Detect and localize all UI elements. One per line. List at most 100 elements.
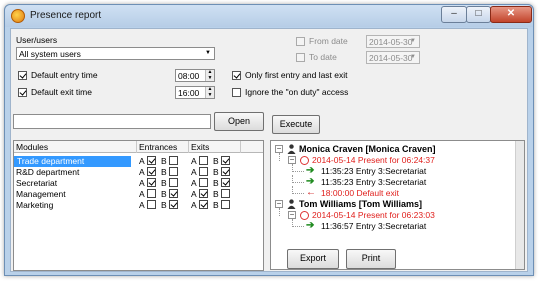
default-entry-time-value: 08:00	[178, 71, 200, 81]
entrance-a-checkbox[interactable]	[147, 178, 156, 187]
tree-connector	[292, 226, 304, 227]
window-title: Presence report	[30, 10, 102, 21]
minimize-icon: –	[451, 8, 457, 19]
chevron-down-icon: ▼	[410, 54, 416, 60]
entrance-b-checkbox[interactable]	[169, 178, 178, 187]
column-divider	[136, 141, 137, 153]
default-entry-checkbox[interactable]	[18, 71, 27, 80]
entrance-b-checkbox[interactable]	[169, 189, 178, 198]
modules-table-header: Modules Entrances Exits	[14, 141, 263, 153]
table-row[interactable]: Marketing A B A B	[14, 199, 263, 210]
default-exit-label: Default exit time	[31, 87, 92, 97]
maximize-button[interactable]: □	[466, 6, 491, 23]
column-divider	[188, 141, 189, 153]
table-row[interactable]: Secretariat A B A B	[14, 177, 263, 188]
collapse-toggle[interactable]: −	[275, 145, 283, 153]
entrance-b-letter: B	[161, 178, 167, 188]
open-button[interactable]: Open	[214, 112, 264, 131]
to-date-value: 2014-05-30	[369, 53, 413, 63]
from-date-picker[interactable]: 2014-05-30 ▼	[366, 35, 420, 48]
users-dropdown-value: All system users	[19, 49, 81, 59]
person-name[interactable]: Tom Williams [Tom Williams]	[299, 199, 422, 209]
collapse-toggle[interactable]: −	[275, 200, 283, 208]
entry-arrow-icon: ➔	[306, 165, 315, 176]
to-date-checkbox[interactable]	[296, 53, 305, 62]
entrance-a-checkbox[interactable]	[147, 156, 156, 165]
users-label: User/users	[16, 35, 58, 45]
default-exit-checkbox[interactable]	[18, 88, 27, 97]
table-row[interactable]: Management A B A B	[14, 188, 263, 199]
entrance-b-letter: B	[161, 156, 167, 166]
default-entry-time-input[interactable]: 08:00 ▲ ▼	[175, 69, 215, 82]
to-date-picker[interactable]: 2014-05-30 ▼	[366, 51, 420, 64]
column-divider	[240, 141, 241, 153]
collapse-toggle[interactable]: −	[288, 211, 296, 219]
ignore-on-duty-label: Ignore the "on duty" access	[245, 87, 349, 97]
event-entry[interactable]: 11:36:57 Entry 3:Secretariat	[321, 221, 426, 231]
column-modules[interactable]: Modules	[16, 142, 48, 152]
clock-icon	[300, 156, 309, 165]
tree-scrollbar[interactable]	[515, 141, 524, 269]
exit-a-checkbox[interactable]	[199, 189, 208, 198]
exit-b-checkbox[interactable]	[221, 167, 230, 176]
module-name: Marketing	[16, 200, 54, 210]
exit-a-checkbox[interactable]	[199, 156, 208, 165]
exit-b-checkbox[interactable]	[221, 189, 230, 198]
exit-a-checkbox[interactable]	[199, 167, 208, 176]
entrance-b-letter: B	[161, 167, 167, 177]
only-first-last-checkbox[interactable]	[232, 71, 241, 80]
close-icon: ✕	[506, 8, 516, 19]
event-entry[interactable]: 11:35:23 Entry 3:Secretariat	[321, 177, 426, 187]
entrance-b-checkbox[interactable]	[169, 200, 178, 209]
exit-a-letter: A	[191, 189, 197, 199]
spinner-arrows-icon: ▲ ▼	[205, 86, 214, 98]
exit-b-checkbox[interactable]	[221, 178, 230, 187]
module-filter-input[interactable]	[13, 114, 211, 129]
day-summary[interactable]: 2014-05-14 Present for 06:24:37	[312, 155, 435, 165]
exit-b-checkbox[interactable]	[221, 156, 230, 165]
collapse-toggle[interactable]: −	[288, 156, 296, 164]
entrance-a-checkbox[interactable]	[147, 189, 156, 198]
exit-a-checkbox[interactable]	[199, 178, 208, 187]
entrance-a-letter: A	[139, 167, 145, 177]
tree-connector	[279, 153, 280, 161]
event-entry[interactable]: 11:35:23 Entry 3:Secretariat	[321, 166, 426, 176]
minimize-button[interactable]: –	[441, 6, 467, 23]
print-button[interactable]: Print	[346, 249, 396, 269]
person-icon	[287, 199, 296, 209]
table-row[interactable]: R&D department A B A B	[14, 166, 263, 177]
close-button[interactable]: ✕	[490, 6, 532, 23]
exit-a-letter: A	[191, 178, 197, 188]
exit-b-checkbox[interactable]	[221, 200, 230, 209]
from-date-checkbox[interactable]	[296, 37, 305, 46]
exit-b-letter: B	[213, 167, 219, 177]
table-row[interactable]: Trade department A B A B	[14, 155, 263, 167]
entrance-b-checkbox[interactable]	[169, 167, 178, 176]
entrance-b-checkbox[interactable]	[169, 156, 178, 165]
day-summary[interactable]: 2014-05-14 Present for 06:23:03	[312, 210, 435, 220]
exit-b-letter: B	[213, 189, 219, 199]
tree-connector	[292, 182, 304, 183]
event-entry[interactable]: 18:00:00 Default exit	[321, 188, 399, 198]
entrance-a-checkbox[interactable]	[147, 167, 156, 176]
title-bar: Presence report – □ ✕	[5, 5, 533, 27]
exit-a-checkbox[interactable]	[199, 200, 208, 209]
column-exits[interactable]: Exits	[191, 142, 209, 152]
ignore-on-duty-checkbox[interactable]	[232, 88, 241, 97]
person-name[interactable]: Monica Craven [Monica Craven]	[299, 144, 436, 154]
presence-report-window: Presence report – □ ✕ User/users All sys…	[4, 4, 534, 276]
entry-arrow-icon: ➔	[306, 220, 315, 231]
default-exit-time-input[interactable]: 16:00 ▲ ▼	[175, 86, 215, 99]
tree-connector	[292, 193, 304, 194]
module-name: Secretariat	[16, 178, 58, 188]
export-button[interactable]: Export	[287, 249, 339, 269]
entrance-a-checkbox[interactable]	[147, 200, 156, 209]
to-date-label: To date	[309, 52, 337, 62]
entry-arrow-icon: ➔	[306, 176, 315, 187]
entrance-a-letter: A	[139, 178, 145, 188]
entrance-a-letter: A	[139, 189, 145, 199]
column-entrances[interactable]: Entrances	[139, 142, 177, 152]
users-dropdown[interactable]: All system users ▼	[16, 47, 215, 60]
entrance-a-letter: A	[139, 156, 145, 166]
execute-button[interactable]: Execute	[272, 115, 320, 134]
